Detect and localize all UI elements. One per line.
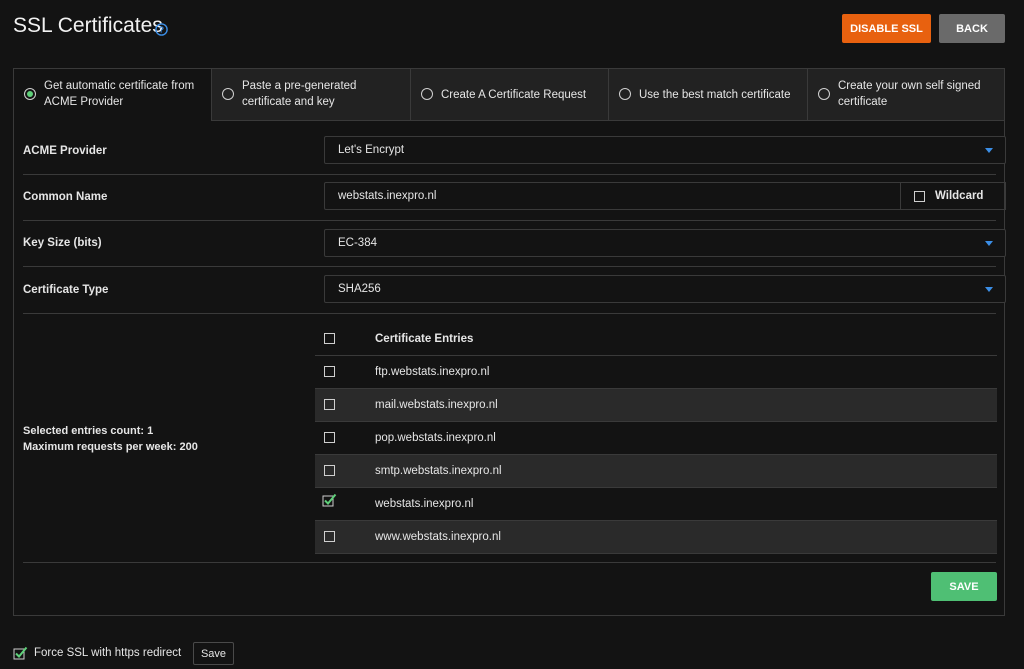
- certificate-type-value: SHA256: [338, 283, 381, 295]
- entries-summary: Selected entries count: 1 Maximum reques…: [23, 423, 198, 455]
- key-size-select[interactable]: EC-384: [324, 229, 1006, 257]
- entry-checkbox-checked[interactable]: [322, 493, 337, 507]
- key-size-label: Key Size (bits): [23, 237, 102, 249]
- table-row[interactable]: ftp.webstats.inexpro.nl: [315, 356, 997, 389]
- entry-name: pop.webstats.inexpro.nl: [375, 432, 496, 444]
- max-requests-per-week: Maximum requests per week: 200: [23, 441, 198, 453]
- key-size-value: EC-384: [338, 237, 377, 249]
- tab-label: Create A Certificate Request: [441, 89, 587, 101]
- table-row[interactable]: smtp.webstats.inexpro.nl: [315, 455, 997, 488]
- chevron-down-icon: [985, 287, 993, 292]
- common-name-row: Common Name webstats.inexpro.nl Wildcard: [23, 182, 1006, 221]
- entry-name: mail.webstats.inexpro.nl: [375, 399, 498, 411]
- radio-button[interactable]: [818, 88, 830, 100]
- radio-button[interactable]: [421, 88, 433, 100]
- certificate-type-row: Certificate Type SHA256: [23, 275, 1006, 314]
- chevron-down-icon: [985, 148, 993, 153]
- certificate-type-select[interactable]: SHA256: [324, 275, 1006, 303]
- tab-label: Create your own self signed certificate: [838, 80, 981, 108]
- radio-button[interactable]: [619, 88, 631, 100]
- disable-ssl-button[interactable]: DISABLE SSL: [842, 14, 931, 43]
- entry-checkbox[interactable]: [324, 531, 335, 542]
- select-all-checkbox[interactable]: [324, 333, 335, 344]
- tab-label: Use the best match certificate: [639, 89, 791, 101]
- acme-provider-row: ACME Provider Let's Encrypt: [23, 136, 1006, 175]
- certificate-panel: Get automatic certificate from ACME Prov…: [13, 68, 1006, 616]
- entry-name: smtp.webstats.inexpro.nl: [375, 465, 502, 477]
- radio-button[interactable]: [222, 88, 234, 100]
- page-title: SSL Certificates: [13, 14, 163, 37]
- acme-provider-value: Let's Encrypt: [338, 144, 405, 156]
- force-ssl-save-button[interactable]: Save: [193, 642, 234, 665]
- acme-provider-select[interactable]: Let's Encrypt: [324, 136, 1006, 164]
- acme-provider-label: ACME Provider: [23, 145, 107, 157]
- entry-checkbox[interactable]: [324, 465, 335, 476]
- back-button[interactable]: BACK: [939, 14, 1005, 43]
- svg-text:?: ?: [159, 25, 164, 35]
- entry-name: ftp.webstats.inexpro.nl: [375, 366, 490, 378]
- save-button[interactable]: SAVE: [931, 572, 997, 601]
- common-name-input[interactable]: webstats.inexpro.nl: [324, 182, 901, 210]
- common-name-label: Common Name: [23, 191, 108, 203]
- tab-self-signed[interactable]: Create your own self signed certificate: [808, 69, 1004, 121]
- tab-label: Get automatic certificate from ACME Prov…: [44, 80, 195, 108]
- radio-button[interactable]: [24, 88, 36, 100]
- entry-checkbox[interactable]: [324, 399, 335, 410]
- tab-acme[interactable]: Get automatic certificate from ACME Prov…: [14, 69, 212, 121]
- selected-entries-count: Selected entries count: 1: [23, 425, 154, 437]
- key-size-row: Key Size (bits) EC-384: [23, 229, 1006, 267]
- help-icon[interactable]: ?: [155, 23, 168, 36]
- tab-certificate-request[interactable]: Create A Certificate Request: [411, 69, 609, 121]
- entry-checkbox[interactable]: [324, 432, 335, 443]
- tab-paste-certificate[interactable]: Paste a pre-generated certificate and ke…: [212, 69, 411, 121]
- table-row[interactable]: webstats.inexpro.nl: [315, 488, 997, 521]
- force-ssl-label: Force SSL with https redirect: [34, 647, 182, 659]
- wildcard-checkbox[interactable]: [914, 191, 925, 202]
- tab-label: Paste a pre-generated certificate and ke…: [242, 80, 357, 108]
- method-tabs: Get automatic certificate from ACME Prov…: [14, 69, 1004, 121]
- table-row[interactable]: pop.webstats.inexpro.nl: [315, 422, 997, 455]
- table-row[interactable]: mail.webstats.inexpro.nl: [315, 389, 997, 422]
- entry-name: www.webstats.inexpro.nl: [375, 531, 501, 543]
- force-ssl-checkbox[interactable]: [13, 646, 28, 660]
- divider: [23, 544, 996, 563]
- table-header-row: Certificate Entries: [315, 323, 997, 356]
- certificate-type-label: Certificate Type: [23, 284, 109, 296]
- entry-checkbox[interactable]: [324, 366, 335, 377]
- tab-best-match[interactable]: Use the best match certificate: [609, 69, 808, 121]
- wildcard-label: Wildcard: [935, 190, 984, 202]
- chevron-down-icon: [985, 241, 993, 246]
- common-name-value: webstats.inexpro.nl: [338, 190, 437, 202]
- entry-name: webstats.inexpro.nl: [375, 498, 474, 510]
- column-header: Certificate Entries: [375, 333, 474, 345]
- wildcard-option[interactable]: Wildcard: [901, 182, 1006, 210]
